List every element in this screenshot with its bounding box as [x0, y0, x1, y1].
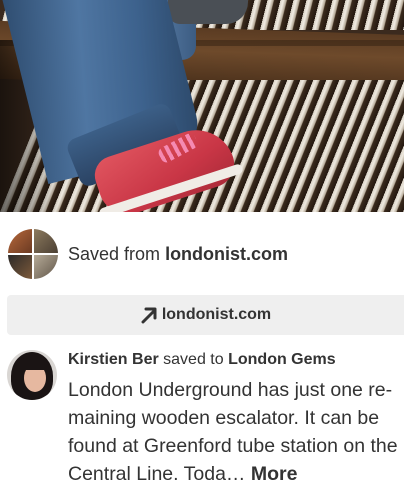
saved-to-text: saved to — [163, 351, 224, 368]
saved-from-domain[interactable]: londonist.com — [165, 244, 288, 264]
pin-image[interactable] — [0, 0, 404, 212]
visit-site-button[interactable]: londonist.com — [7, 295, 404, 335]
pin-description-text: London Underground has just one re-maini… — [68, 379, 398, 485]
saved-from-row[interactable]: Saved from londonist.com — [8, 228, 288, 280]
saved-from-prefix: Saved from — [68, 243, 161, 264]
more-link[interactable]: More — [251, 463, 298, 485]
source-site-avatar — [8, 229, 58, 279]
arrow-up-right-icon — [141, 307, 157, 324]
pin-description: London Underground has just one re-maini… — [68, 376, 404, 488]
pin-details: Kirstien Ber saved to London Gems London… — [68, 350, 404, 488]
visit-site-label: londonist.com — [161, 306, 272, 323]
pinner-name[interactable]: Kirstien Ber — [68, 351, 159, 368]
grey-shoe — [168, 0, 248, 24]
board-name[interactable]: London Gems — [228, 351, 336, 368]
saved-from-text: Saved from londonist.com — [68, 244, 288, 265]
pin-attribution: Kirstien Ber saved to London Gems — [68, 350, 404, 370]
pinner-avatar[interactable] — [7, 350, 57, 400]
